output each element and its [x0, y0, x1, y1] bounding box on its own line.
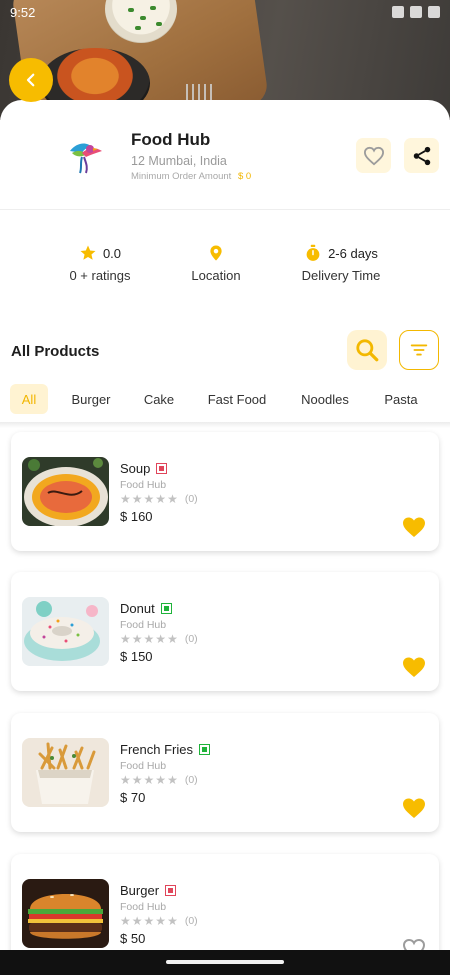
restaurant-stats: 0.0 0 + ratings Location 2-6 days Delive… [0, 230, 450, 290]
star-icon [80, 245, 96, 260]
product-rating: ★ ★ ★ ★ ★ (0) [120, 914, 198, 928]
product-image-fries [22, 738, 109, 807]
product-vendor: Food Hub [120, 479, 167, 491]
chevron-left-icon [26, 73, 35, 87]
system-navigation-bar [0, 950, 450, 975]
search-icon [356, 339, 379, 362]
star-icon: ★ [155, 914, 167, 928]
rating-count: (0) [184, 774, 198, 786]
star-icon: ★ [155, 632, 167, 646]
star-icon: ★ [120, 773, 131, 787]
home-gesture-handle[interactable] [166, 960, 284, 964]
min-order-label: Minimum Order Amount [131, 171, 232, 182]
rating-label: 0 + ratings [69, 268, 131, 283]
restaurant-logo [70, 143, 102, 174]
minimum-order: Minimum Order Amount $ 0 [131, 171, 251, 182]
delivery-stat: 2-6 days Delivery Time [291, 242, 391, 283]
filter-icon [410, 344, 428, 356]
product-vendor: Food Hub [120, 760, 167, 772]
product-rating: ★ ★ ★ ★ ★ (0) [120, 773, 198, 787]
product-card[interactable]: Donut Food Hub ★ ★ ★ ★ ★ (0) $ 150 [11, 572, 439, 691]
product-price: $ 50 [120, 931, 146, 946]
rating-count: (0) [184, 633, 198, 645]
tab-cake[interactable]: Cake [136, 384, 182, 414]
star-icon: ★ [120, 492, 131, 506]
products-heading: All Products [11, 343, 100, 360]
delivery-label: Delivery Time [301, 268, 381, 283]
star-icon: ★ [167, 773, 178, 787]
star-icon: ★ [143, 492, 155, 506]
veg-indicator-icon [160, 603, 172, 614]
star-icon: ★ [143, 773, 155, 787]
restaurant-address: 12 Mumbai, India [131, 154, 227, 168]
restaurant-name: Food Hub [131, 130, 211, 149]
non-veg-indicator-icon [165, 885, 177, 896]
product-image-donut [22, 597, 109, 666]
filter-button[interactable] [399, 330, 439, 370]
product-rating: ★ ★ ★ ★ ★ (0) [120, 492, 198, 506]
product-price: $ 150 [120, 649, 153, 664]
product-name: French Fries [120, 742, 193, 757]
star-icon: ★ [167, 914, 178, 928]
favorite-restaurant-button[interactable] [356, 138, 391, 173]
rating-count: (0) [184, 493, 198, 505]
product-image-soup [22, 457, 109, 526]
share-button[interactable] [404, 138, 439, 173]
star-icon: ★ [155, 492, 167, 506]
category-tabs: All Burger Cake Fast Food Noodles Pasta [0, 380, 450, 420]
heart-outline-icon [363, 146, 384, 165]
heart-filled-icon[interactable] [402, 797, 426, 819]
non-veg-indicator-icon [156, 463, 168, 474]
star-icon: ★ [143, 632, 155, 646]
star-icon: ★ [131, 632, 143, 646]
tab-fast-food[interactable]: Fast Food [199, 384, 275, 414]
product-card[interactable]: Soup Food Hub ★ ★ ★ ★ ★ (0) $ 160 [11, 432, 439, 551]
restaurant-header: Food Hub 12 Mumbai, India Minimum Order … [0, 100, 450, 210]
veg-indicator-icon [198, 744, 210, 755]
star-icon: ★ [131, 773, 143, 787]
product-name: Burger [120, 883, 160, 898]
rating-stat: 0.0 0 + ratings [60, 242, 140, 283]
location-label: Location [191, 268, 241, 283]
star-icon: ★ [120, 914, 131, 928]
status-icons [392, 6, 440, 18]
rating-value: 0.0 [102, 245, 122, 261]
star-icon: ★ [120, 632, 131, 646]
star-icon: ★ [167, 492, 178, 506]
product-card[interactable]: French Fries Food Hub ★ ★ ★ ★ ★ (0) $ 70 [11, 713, 439, 832]
star-icon: ★ [131, 914, 143, 928]
star-icon: ★ [167, 632, 178, 646]
star-icon: ★ [131, 492, 143, 506]
tab-noodles[interactable]: Noodles [292, 384, 358, 414]
delivery-value: 2-6 days [328, 245, 378, 261]
star-icon: ★ [143, 914, 155, 928]
product-name: Donut [120, 601, 155, 616]
tab-burger[interactable]: Burger [62, 384, 120, 414]
product-image-burger [22, 879, 109, 948]
product-name: Soup [120, 461, 151, 476]
heart-filled-icon[interactable] [402, 516, 426, 538]
share-icon [413, 146, 430, 165]
status-time: 9:52 [10, 5, 36, 20]
product-vendor: Food Hub [120, 901, 167, 913]
tab-pasta[interactable]: Pasta [376, 384, 426, 414]
product-vendor: Food Hub [120, 619, 167, 631]
map-pin-icon [210, 245, 222, 261]
back-button[interactable] [9, 58, 53, 102]
product-price: $ 160 [120, 509, 153, 524]
rating-count: (0) [184, 915, 198, 927]
status-bar: 9:52 [0, 0, 450, 26]
tab-all[interactable]: All [10, 384, 48, 414]
star-icon: ★ [155, 773, 167, 787]
product-rating: ★ ★ ★ ★ ★ (0) [120, 632, 198, 646]
location-stat[interactable]: Location [176, 242, 256, 283]
product-price: $ 70 [120, 790, 146, 805]
min-order-value: $ 0 [237, 171, 252, 182]
restaurant-sheet: Food Hub 12 Mumbai, India Minimum Order … [0, 100, 450, 975]
heart-filled-icon[interactable] [402, 656, 426, 678]
search-button[interactable] [347, 330, 387, 370]
timer-icon [306, 244, 320, 261]
